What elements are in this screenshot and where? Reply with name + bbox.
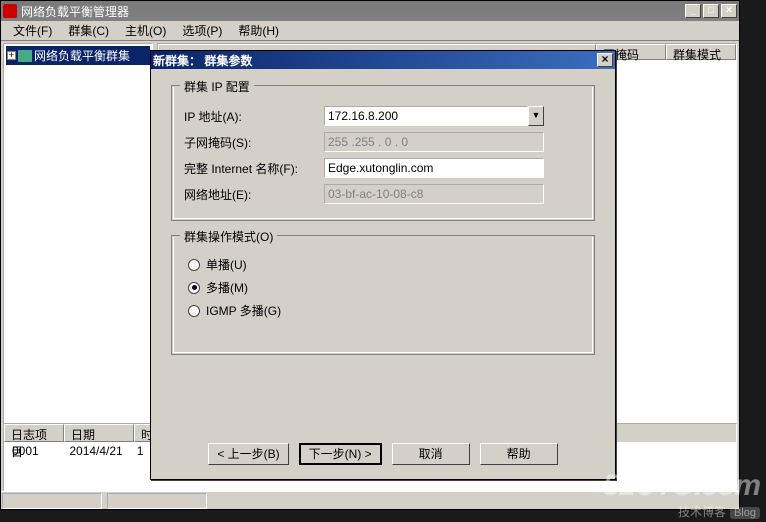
radio-multicast-label: 多播(M): [206, 279, 248, 296]
mask-field: 255 .255 . 0 . 0: [324, 132, 544, 152]
radio-multicast[interactable]: 多播(M): [184, 279, 582, 296]
chevron-down-icon[interactable]: ▼: [528, 106, 544, 126]
mac-label: 网络地址(E):: [184, 186, 324, 203]
menubar: 文件(F) 群集(C) 主机(O) 选项(P) 帮助(H): [1, 21, 739, 41]
log-col-date[interactable]: 日期: [64, 424, 134, 442]
radio-igmp-label: IGMP 多播(G): [206, 302, 281, 319]
status-seg-1: [2, 493, 102, 509]
mac-field: 03-bf-ac-10-08-c8: [324, 184, 544, 204]
groupbox-mode: 群集操作模式(O) 单播(U) 多播(M) IGMP 多播(G): [171, 235, 595, 355]
fqdn-field[interactable]: Edge.xutonglin.com: [324, 158, 544, 178]
log-date: 2014/4/21: [63, 444, 127, 458]
ip-combo[interactable]: 172.16.8.200 ▼: [324, 106, 544, 126]
expand-icon[interactable]: +: [7, 51, 16, 60]
menu-cluster[interactable]: 群集(C): [60, 20, 117, 41]
dialog-close-button[interactable]: ×: [597, 53, 613, 67]
next-button[interactable]: 下一步(N) >: [299, 443, 382, 465]
gb-mode-title: 群集操作模式(O): [180, 228, 277, 245]
tree-root-label: 网络负载平衡群集: [34, 47, 130, 64]
radio-icon: [188, 305, 200, 317]
watermark: 51CTO.com 技术博客Blog: [603, 469, 760, 520]
groupbox-ip-config: 群集 IP 配置 IP 地址(A): 172.16.8.200 ▼ 子网掩码(S…: [171, 85, 595, 221]
back-button[interactable]: < 上一步(B): [208, 443, 288, 465]
watermark-small: 技术博客Blog: [603, 503, 760, 520]
log-time: 1: [131, 444, 151, 458]
radio-igmp[interactable]: IGMP 多播(G): [184, 302, 582, 319]
help-button[interactable]: 帮助: [480, 443, 558, 465]
log-col-item[interactable]: 日志项目: [4, 424, 64, 442]
status-seg-2: [107, 493, 207, 509]
ip-label: IP 地址(A):: [184, 108, 324, 125]
radio-icon: [188, 259, 200, 271]
dialog-title: 新群集： 群集参数: [153, 52, 597, 69]
app-title: 网络负载平衡管理器: [21, 3, 685, 20]
app-icon: [3, 4, 17, 18]
minimize-button[interactable]: _: [685, 4, 701, 18]
dialog-titlebar: 新群集： 群集参数 ×: [151, 51, 615, 69]
menu-host[interactable]: 主机(O): [117, 20, 174, 41]
gb-ip-title: 群集 IP 配置: [180, 78, 254, 95]
log-id: 0001: [6, 444, 60, 458]
col-mode[interactable]: 群集模式: [666, 44, 736, 60]
ip-field[interactable]: 172.16.8.200: [324, 106, 528, 126]
new-cluster-dialog: 新群集： 群集参数 × 群集 IP 配置 IP 地址(A): 172.16.8.…: [150, 50, 616, 480]
mask-label: 子网掩码(S):: [184, 134, 324, 151]
cancel-button[interactable]: 取消: [392, 443, 470, 465]
radio-unicast[interactable]: 单播(U): [184, 256, 582, 273]
watermark-big: 51CTO.com: [603, 469, 760, 503]
maximize-button[interactable]: □: [703, 4, 719, 18]
radio-unicast-label: 单播(U): [206, 256, 247, 273]
tree-root[interactable]: + 网络负载平衡群集: [6, 46, 150, 65]
menu-file[interactable]: 文件(F): [5, 20, 60, 41]
close-button[interactable]: ×: [721, 4, 737, 18]
radio-icon: [188, 282, 200, 294]
dialog-buttons: < 上一步(B) 下一步(N) > 取消 帮助: [151, 443, 615, 465]
main-titlebar: 网络负载平衡管理器 _ □ ×: [1, 1, 739, 21]
menu-options[interactable]: 选项(P): [174, 20, 230, 41]
cluster-icon: [18, 50, 32, 62]
menu-help[interactable]: 帮助(H): [230, 20, 287, 41]
fqdn-label: 完整 Internet 名称(F):: [184, 160, 324, 177]
